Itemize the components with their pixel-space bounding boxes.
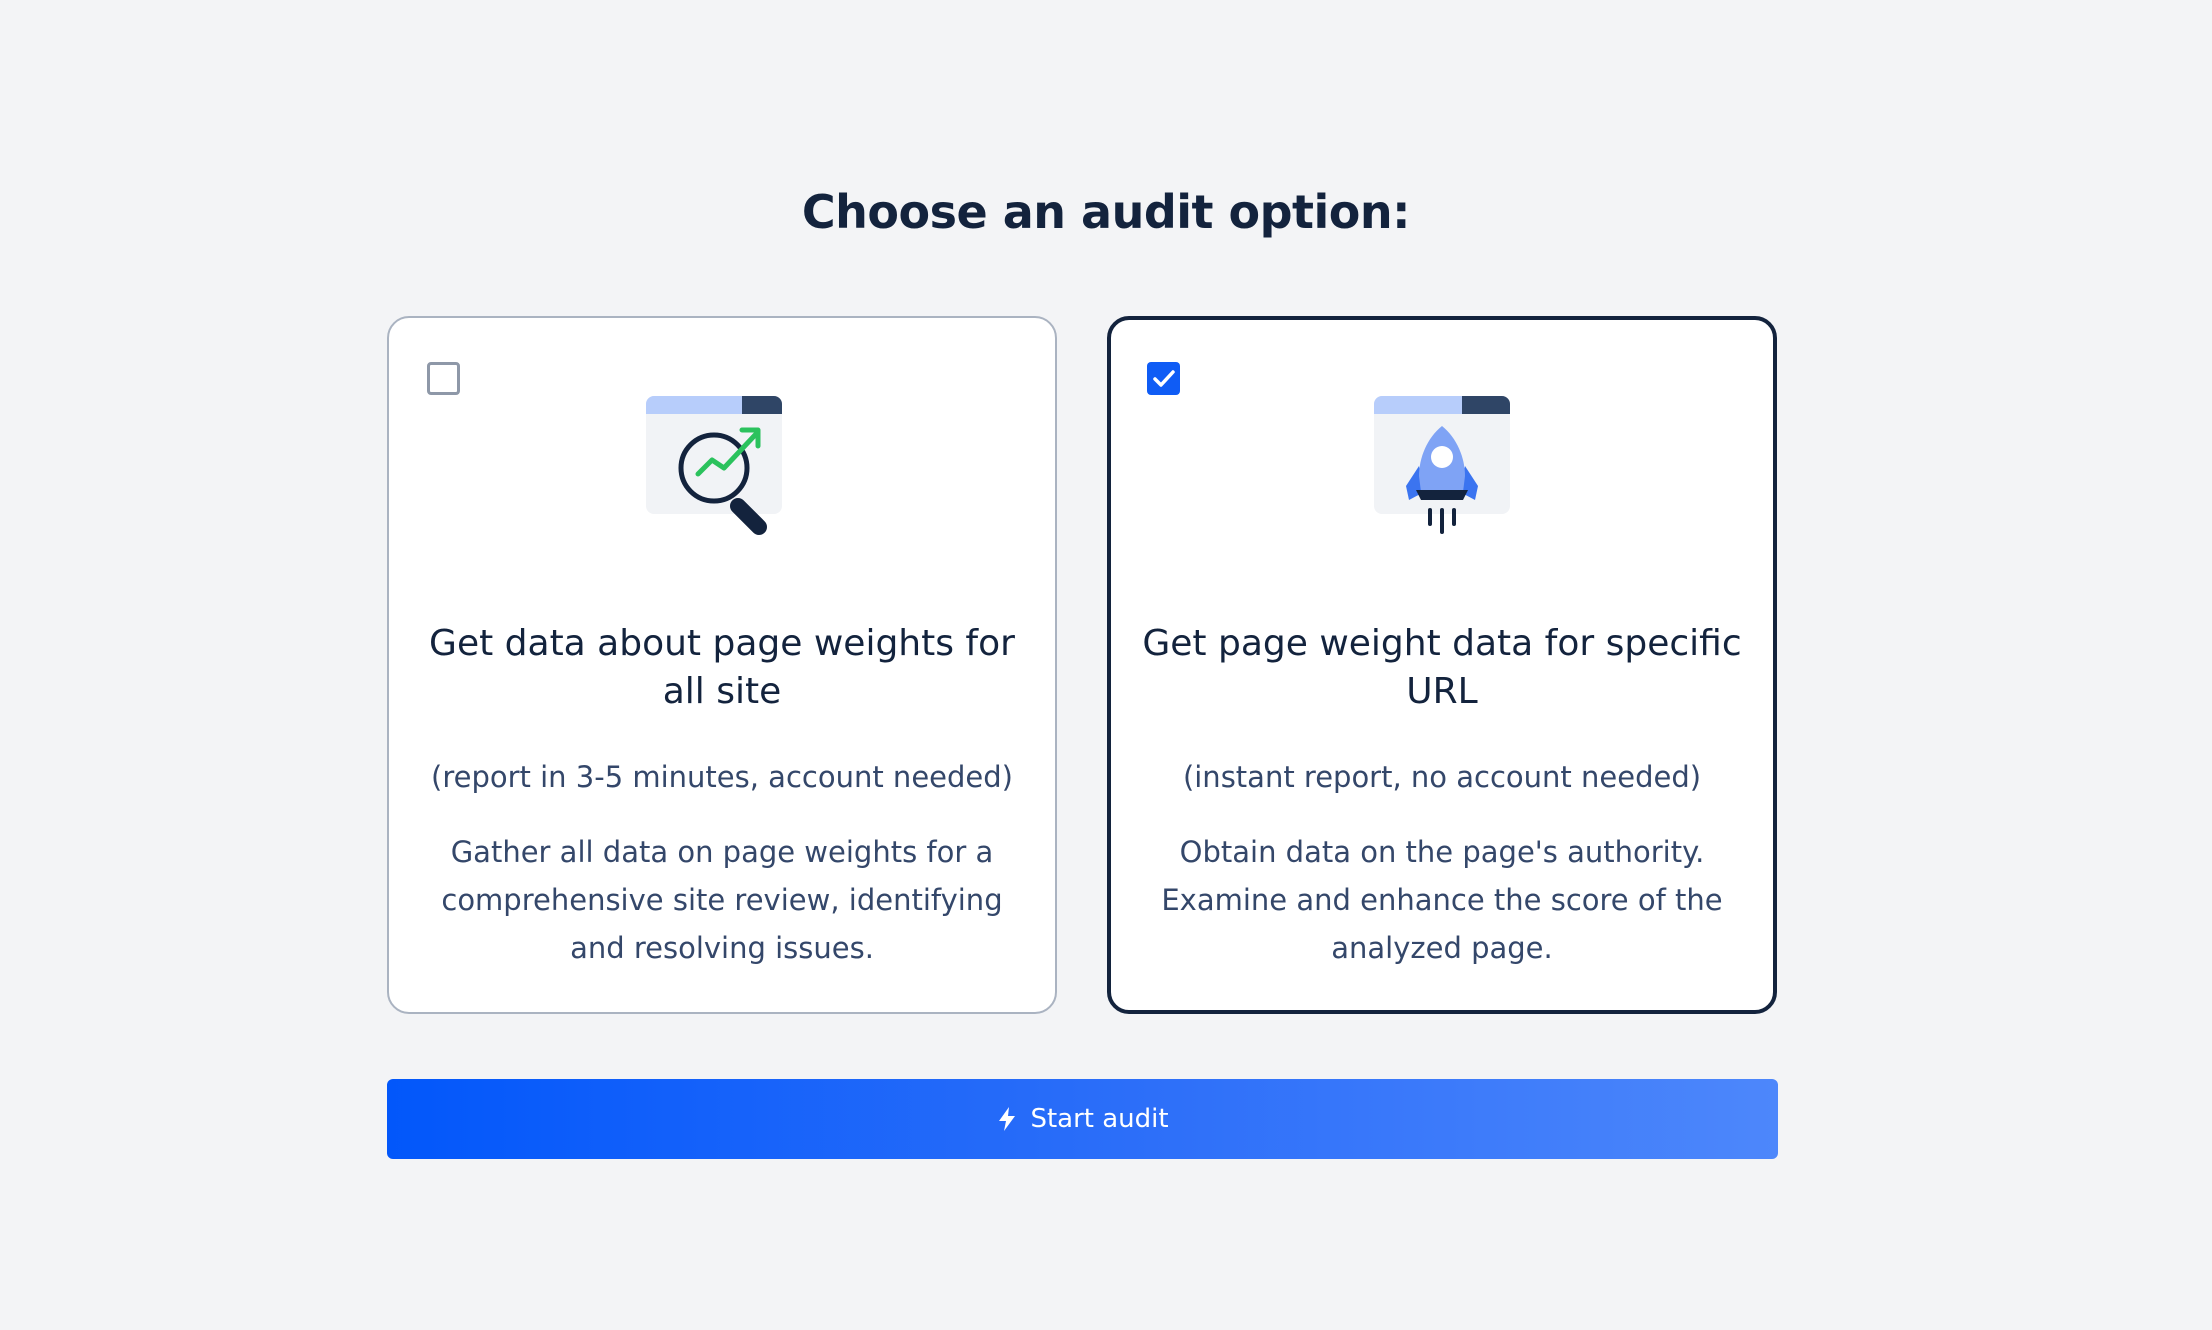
option-card-specific-url[interactable]: Get page weight data for specific URL (i…	[1107, 316, 1777, 1014]
option-title: Get page weight data for specific URL	[1142, 623, 1742, 712]
lightning-icon	[999, 1107, 1016, 1131]
start-audit-button[interactable]: Start audit	[387, 1079, 1778, 1159]
rocket-icon	[1374, 396, 1510, 534]
start-audit-label: Start audit	[1030, 1104, 1169, 1134]
option-checkbox-all-site[interactable]	[427, 362, 460, 395]
page-title: Choose an audit option:	[801, 185, 1411, 239]
audit-option-page: Choose an audit option: Get data about p…	[0, 0, 2212, 1330]
option-description: Obtain data on the page's authority. Exa…	[1161, 835, 1723, 965]
checkmark-icon	[1153, 370, 1175, 387]
option-card-all-site[interactable]: Get data about page weights for all site…	[387, 316, 1057, 1014]
option-note: (instant report, no account needed)	[1182, 760, 1702, 794]
option-title: Get data about page weights for all site	[429, 623, 1015, 712]
option-checkbox-specific-url[interactable]	[1147, 362, 1180, 395]
magnifier-chart-icon	[646, 396, 782, 535]
option-note: (report in 3-5 minutes, account needed)	[431, 760, 1013, 794]
option-description: Gather all data on page weights for a co…	[441, 835, 1003, 965]
